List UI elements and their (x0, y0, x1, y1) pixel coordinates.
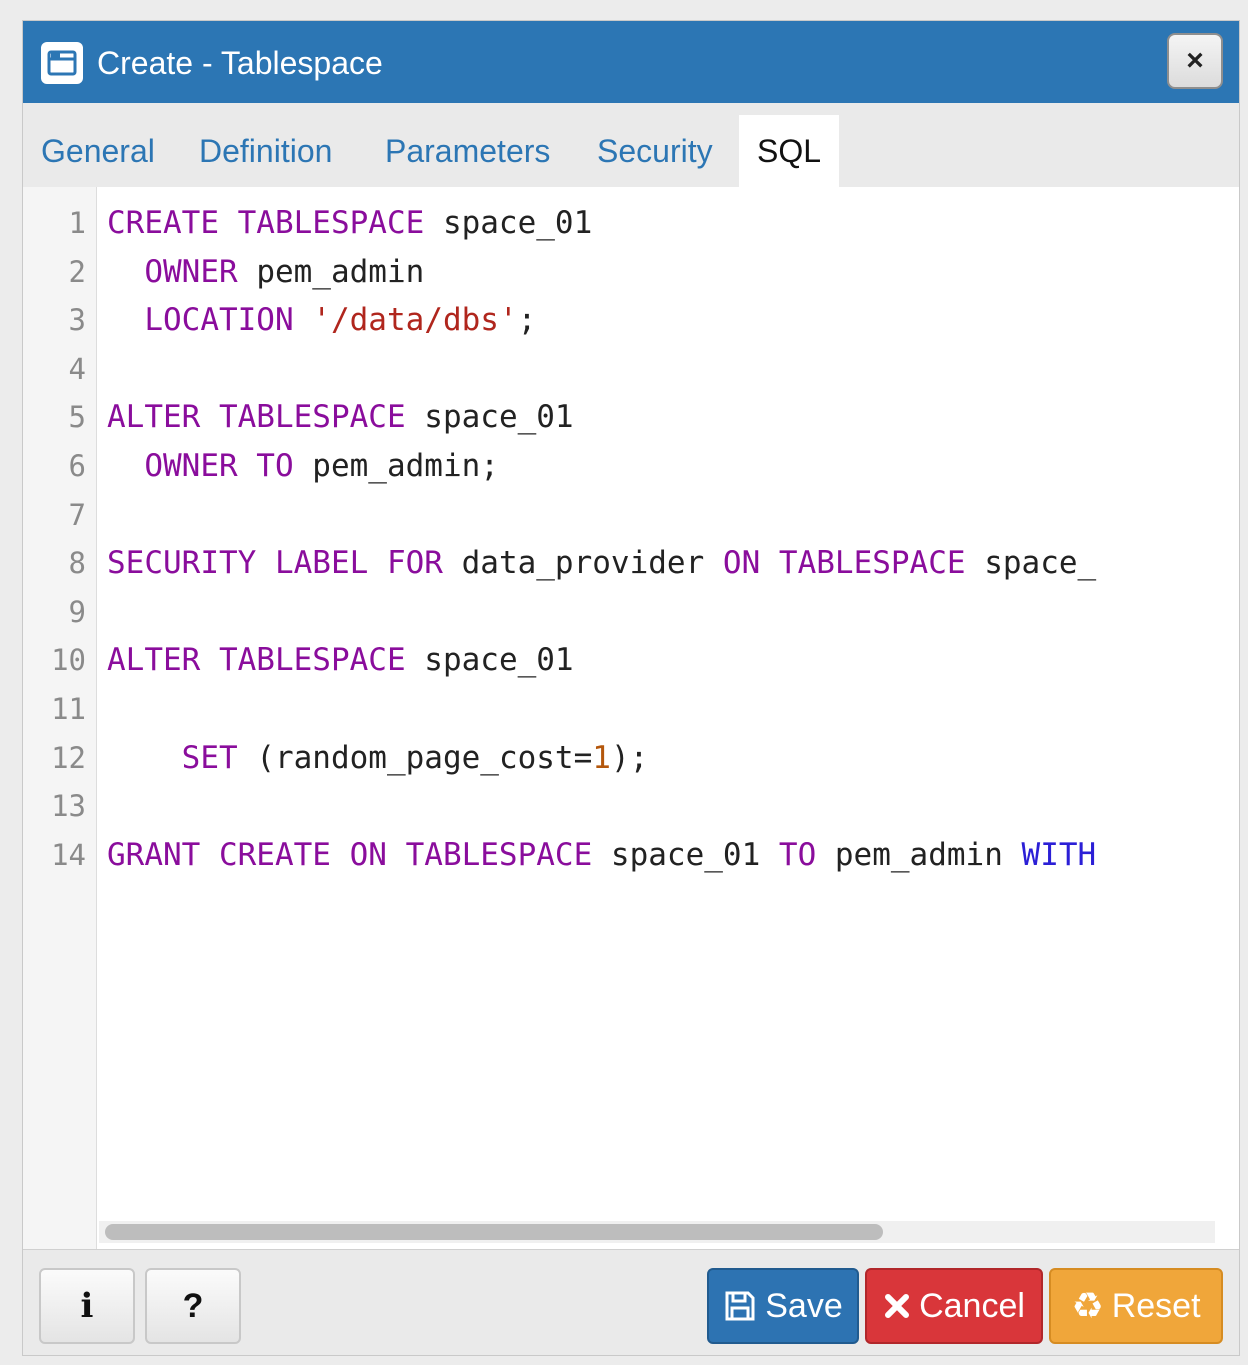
line-number: 2 (68, 254, 86, 289)
line-number: 11 (51, 692, 86, 726)
close-x-icon (883, 1292, 911, 1320)
help-button[interactable]: ? (145, 1268, 241, 1344)
scrollbar-thumb[interactable] (105, 1224, 883, 1240)
line-number: 9 (68, 594, 86, 629)
code-area[interactable]: CREATE TABLESPACE space_01 OWNER pem_adm… (107, 187, 1183, 1249)
line-number: 13 (51, 789, 86, 824)
code-line: GRANT CREATE ON TABLESPACE space_01 TO p… (107, 831, 1096, 879)
close-button[interactable]: × (1167, 33, 1223, 89)
sql-token: LOCATION (144, 302, 294, 339)
close-icon: × (1186, 44, 1204, 77)
sql-token: space_ (965, 545, 1097, 582)
sql-token: data_provider (442, 545, 723, 582)
sql-token: SECURITY LABEL FOR (107, 545, 443, 582)
sql-token: OWNER TO (144, 448, 294, 484)
dialog-titlebar[interactable]: Create - Tablespace × (23, 21, 1239, 103)
sql-token: ON TABLESPACE (722, 545, 966, 582)
tab-sql[interactable]: SQL (739, 115, 840, 187)
sql-token: ALTER TABLESPACE (107, 642, 406, 679)
sql-token: ALTER TABLESPACE (107, 399, 406, 436)
sql-token: SET (181, 739, 238, 776)
sql-token: (random_page_cost= (237, 739, 593, 776)
cancel-label: Cancel (919, 1286, 1025, 1325)
sql-token: ; (517, 302, 537, 339)
folder-icon (41, 42, 83, 84)
sql-token: pem_admin; (293, 448, 499, 484)
line-number: 4 (68, 351, 86, 386)
sql-token: OWNER (144, 253, 238, 290)
sql-token: '/data/dbs' (312, 302, 518, 339)
code-line: OWNER TO pem_admin; (107, 442, 499, 490)
horizontal-scrollbar[interactable] (99, 1221, 1215, 1243)
sql-token: pem_admin (237, 253, 425, 290)
sql-token: pem_admin (816, 836, 1022, 873)
cancel-button[interactable]: Cancel (865, 1268, 1043, 1344)
code-line: OWNER pem_admin (107, 248, 424, 296)
tab-definition[interactable]: Definition (181, 115, 350, 187)
line-number: 6 (68, 449, 86, 483)
create-tablespace-dialog: Create - Tablespace × General Definition… (22, 20, 1240, 1356)
recycle-icon: ♻ (1071, 1285, 1104, 1326)
code-line: ALTER TABLESPACE space_01 (107, 636, 574, 684)
sql-token: space_01 (405, 642, 574, 679)
line-number: 10 (51, 643, 86, 678)
code-line: SET (random_page_cost=1); (107, 734, 649, 782)
line-number: 8 (68, 546, 86, 581)
code-line: ALTER TABLESPACE space_01 (107, 393, 574, 441)
info-button[interactable]: i (39, 1268, 135, 1344)
sql-token: space_01 (405, 399, 574, 436)
code-line: LOCATION '/data/dbs'; (107, 296, 536, 344)
sql-token: WITH (1021, 836, 1097, 873)
save-label: Save (765, 1286, 843, 1325)
line-number: 3 (68, 303, 86, 338)
line-number: 14 (51, 837, 86, 872)
dialog-footer: i ? Save Cancel ♻ Reset (23, 1249, 1239, 1355)
tab-bar: General Definition Parameters Security S… (23, 103, 1239, 187)
line-number: 7 (68, 497, 86, 532)
line-number: 5 (68, 400, 86, 435)
tab-parameters[interactable]: Parameters (367, 115, 568, 187)
sql-token: space_01 (592, 836, 779, 873)
line-number-gutter: 1 2 3 4 5 6 7 8 9 10 11 12 13 14 (23, 187, 97, 1249)
tab-general[interactable]: General (23, 115, 173, 187)
sql-token: GRANT CREATE ON TABLESPACE (107, 836, 593, 873)
sql-token: space_01 (424, 205, 593, 241)
reset-button[interactable]: ♻ Reset (1049, 1268, 1223, 1344)
sql-token: CREATE TABLESPACE (107, 205, 425, 241)
code-line: SECURITY LABEL FOR data_provider ON TABL… (107, 539, 1096, 587)
tab-security[interactable]: Security (579, 115, 731, 187)
info-icon: i (80, 1286, 94, 1326)
save-button[interactable]: Save (707, 1268, 859, 1344)
sql-token: ); (610, 739, 649, 776)
line-number: 12 (51, 740, 86, 775)
code-line: CREATE TABLESPACE space_01 (107, 199, 592, 247)
floppy-disk-icon (723, 1289, 757, 1323)
sql-token: TO (778, 836, 817, 873)
line-number: 1 (68, 206, 86, 240)
help-icon: ? (182, 1286, 204, 1325)
reset-label: Reset (1111, 1286, 1201, 1325)
dialog-title: Create - Tablespace (97, 45, 383, 81)
sql-token: 1 (592, 739, 611, 776)
sql-editor[interactable]: 1 2 3 4 5 6 7 8 9 10 11 12 13 14 CREATE TABLESPACE sp… (23, 187, 1239, 1249)
